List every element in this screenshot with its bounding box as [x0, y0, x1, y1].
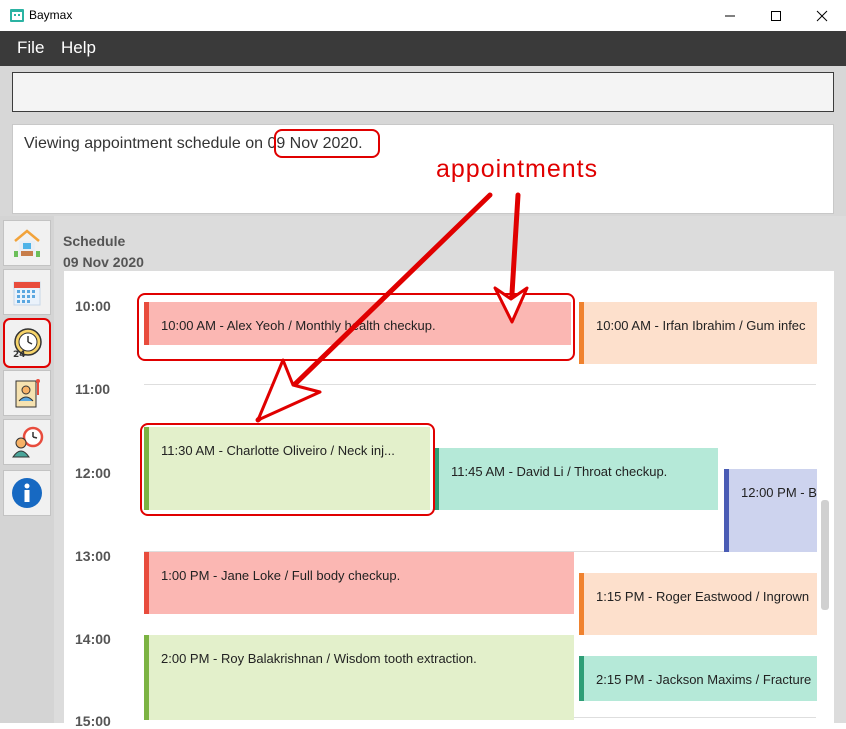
annotation-arrow — [508, 192, 521, 313]
annotation-arrows — [255, 192, 529, 423]
